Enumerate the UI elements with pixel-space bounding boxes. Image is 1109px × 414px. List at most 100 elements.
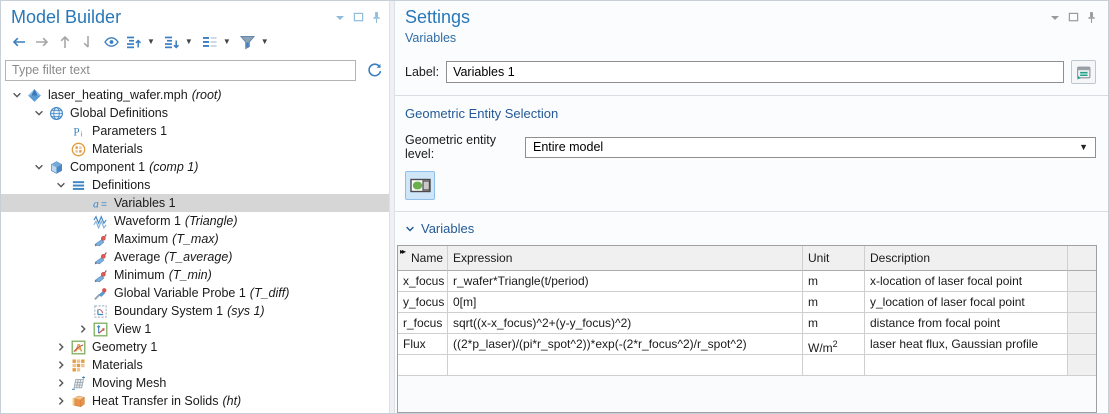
- global-probe-icon: [91, 285, 109, 301]
- cell-name[interactable]: Flux: [398, 334, 448, 355]
- active-toggle-button[interactable]: [405, 171, 435, 200]
- refresh-icon[interactable]: [364, 60, 384, 80]
- dropdown-caret-icon[interactable]: ▼: [147, 32, 155, 52]
- tree-item-maximum[interactable]: Maximum(T_max): [1, 230, 389, 248]
- tree-item-label: Heat Transfer in Solids: [92, 394, 218, 408]
- cell-expression[interactable]: [448, 355, 803, 376]
- filter-button[interactable]: [238, 32, 258, 52]
- chevron-down-icon: ▼: [1079, 142, 1088, 152]
- restore-icon: [353, 12, 364, 23]
- filter-row: [5, 58, 384, 82]
- section-variables[interactable]: Variables: [405, 221, 1096, 236]
- dropdown-caret-icon[interactable]: ▼: [185, 32, 193, 52]
- tree-item-tag: (sys 1): [227, 304, 265, 318]
- label-input[interactable]: [446, 61, 1064, 83]
- back-arrow-button[interactable]: [9, 32, 29, 52]
- expand-all-button[interactable]: [162, 32, 182, 52]
- tree-item-label: Waveform 1: [114, 214, 181, 228]
- tree-item-average[interactable]: Average(T_average): [1, 248, 389, 266]
- tree-item-label: Global Variable Probe 1: [114, 286, 246, 300]
- cell-description[interactable]: [865, 355, 1068, 376]
- cell-description[interactable]: laser heat flux, Gaussian profile: [865, 334, 1068, 355]
- geometric-entity-level-select[interactable]: Entire model ▼: [525, 137, 1096, 158]
- table-row: Flux((2*p_laser)/(pi*r_spot^2))*exp(-(2*…: [398, 334, 1096, 355]
- restore-button[interactable]: [1068, 12, 1079, 23]
- cell-name[interactable]: r_focus: [398, 313, 448, 334]
- tree-item-waveform-1[interactable]: Waveform 1(Triangle): [1, 212, 389, 230]
- cell-unit[interactable]: m: [803, 271, 865, 292]
- collapse-all-button[interactable]: [124, 32, 144, 52]
- label-field-label: Label:: [405, 65, 439, 79]
- table-empty-area[interactable]: [398, 376, 1096, 412]
- tree-item-moving-mesh[interactable]: Moving Mesh: [1, 374, 389, 392]
- tree-item-label: Minimum: [114, 268, 165, 282]
- column-header-name[interactable]: ▸▸Name: [398, 246, 448, 271]
- column-header-expression[interactable]: Expression: [448, 246, 803, 271]
- restore-button[interactable]: [353, 12, 364, 23]
- tree-item-definitions[interactable]: Definitions: [1, 176, 389, 194]
- cell-extra: [1068, 334, 1096, 355]
- cell-expression[interactable]: ((2*p_laser)/(pi*r_spot^2))*exp(-(2*r_fo…: [448, 334, 803, 355]
- forward-arrow-button[interactable]: [32, 32, 52, 52]
- show-button[interactable]: [101, 32, 121, 52]
- chevron-down-button[interactable]: [1050, 14, 1060, 22]
- tree-item-materials[interactable]: Materials: [1, 140, 389, 158]
- pin-button[interactable]: [1087, 11, 1096, 24]
- tree-item-global-definitions[interactable]: Global Definitions: [1, 104, 389, 122]
- pin-button[interactable]: [372, 11, 381, 24]
- cell-description[interactable]: x-location of laser focal point: [865, 271, 1068, 292]
- tree-item-component-1[interactable]: Component 1(comp 1): [1, 158, 389, 176]
- forward-arrow-icon: [34, 34, 50, 50]
- tree-item-label: Variables 1: [114, 196, 176, 210]
- chevron-collapsed-icon[interactable]: [75, 324, 91, 334]
- tree-item-heat-transfer-in-solids[interactable]: Heat Transfer in Solids(ht): [1, 392, 389, 410]
- dropdown-caret-icon[interactable]: ▼: [223, 32, 231, 52]
- tree-item-view-1[interactable]: View 1: [1, 320, 389, 338]
- move-up-button[interactable]: [55, 32, 75, 52]
- cell-description[interactable]: y_location of laser focal point: [865, 292, 1068, 313]
- cell-extra: [1068, 355, 1096, 376]
- cell-expression[interactable]: sqrt((x-x_focus)^2+(y-y_focus)^2): [448, 313, 803, 334]
- node-text-button[interactable]: [200, 32, 220, 52]
- chevron-expanded-icon[interactable]: [31, 108, 47, 118]
- chevron-down-button[interactable]: [335, 14, 345, 22]
- tree-item-parameters-1[interactable]: PiParameters 1: [1, 122, 389, 140]
- column-header-description[interactable]: Description: [865, 246, 1068, 271]
- filter-input[interactable]: [5, 60, 356, 81]
- cell-description[interactable]: distance from focal point: [865, 313, 1068, 334]
- tree-item-label: laser_heating_wafer.mph: [48, 88, 188, 102]
- separator: [395, 211, 1108, 212]
- chevron-expanded-icon[interactable]: [31, 162, 47, 172]
- section-variables-label: Variables: [421, 221, 474, 236]
- cell-name[interactable]: y_focus: [398, 292, 448, 313]
- cell-unit[interactable]: [803, 355, 865, 376]
- cell-name[interactable]: x_focus: [398, 271, 448, 292]
- cell-name[interactable]: [398, 355, 448, 376]
- cell-expression[interactable]: r_wafer*Triangle(t/period): [448, 271, 803, 292]
- back-arrow-icon: [11, 34, 27, 50]
- chevron-expanded-icon[interactable]: [9, 90, 25, 100]
- chevron-expanded-icon[interactable]: [53, 180, 69, 190]
- cell-expression[interactable]: 0[m]: [448, 292, 803, 313]
- chevron-collapsed-icon[interactable]: [53, 396, 69, 406]
- tree-item-variables-1[interactable]: a=Variables 1: [1, 194, 389, 212]
- column-header-unit[interactable]: Unit: [803, 246, 865, 271]
- cell-unit[interactable]: m: [803, 313, 865, 334]
- chevron-collapsed-icon[interactable]: [53, 342, 69, 352]
- model-builder-header: Model Builder: [1, 1, 389, 28]
- cell-unit[interactable]: m: [803, 292, 865, 313]
- geometric-entity-level-label: Geometric entity level:: [405, 133, 525, 161]
- tree-item-global-variable-probe-1[interactable]: Global Variable Probe 1(T_diff): [1, 284, 389, 302]
- chevron-collapsed-icon[interactable]: [53, 378, 69, 388]
- tree-item-boundary-system-1[interactable]: Boundary System 1(sys 1): [1, 302, 389, 320]
- tree-item-geometry-1[interactable]: AGeometry 1: [1, 338, 389, 356]
- tree-item-laser-heating-wafer-mph[interactable]: laser_heating_wafer.mph(root): [1, 86, 389, 104]
- chevron-collapsed-icon[interactable]: [53, 360, 69, 370]
- filter-icon: [239, 34, 256, 50]
- tree-item-materials[interactable]: Materials: [1, 356, 389, 374]
- tree-item-minimum[interactable]: Minimum(T_min): [1, 266, 389, 284]
- rename-button[interactable]: [1071, 60, 1096, 84]
- cell-unit[interactable]: W/m2: [803, 334, 865, 355]
- move-down-button[interactable]: [78, 32, 98, 52]
- dropdown-caret-icon[interactable]: ▼: [261, 32, 269, 52]
